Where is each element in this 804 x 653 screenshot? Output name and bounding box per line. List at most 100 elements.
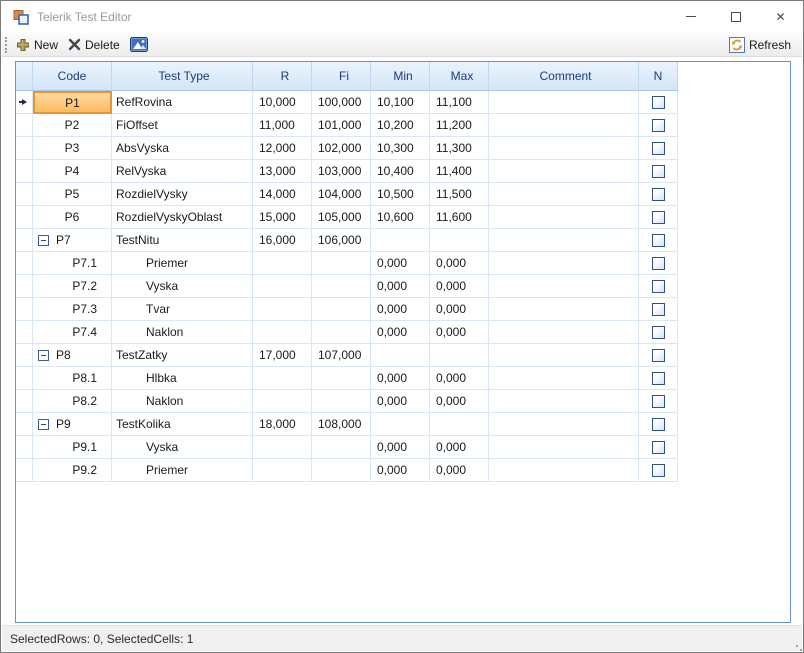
cell-r[interactable]: 10,000 xyxy=(253,91,312,114)
cell-max[interactable]: 0,000 xyxy=(430,436,489,459)
cell-comment[interactable] xyxy=(489,183,639,206)
cell-test-type[interactable]: FiOffset xyxy=(112,114,253,137)
row-header-cell[interactable] xyxy=(16,436,33,459)
collapse-icon[interactable] xyxy=(38,350,49,361)
cell-r[interactable] xyxy=(253,390,312,413)
cell-r[interactable] xyxy=(253,436,312,459)
header-min[interactable]: Min xyxy=(371,62,430,91)
cell-max[interactable]: 0,000 xyxy=(430,252,489,275)
code-cell[interactable]: P8.1 xyxy=(33,367,112,390)
resize-grip-icon[interactable] xyxy=(796,645,798,647)
n-checkbox[interactable] xyxy=(652,188,665,201)
n-checkbox[interactable] xyxy=(652,211,665,224)
header-n[interactable]: N xyxy=(639,62,678,91)
cell-test-type[interactable]: Hlbka xyxy=(112,367,253,390)
header-comment[interactable]: Comment xyxy=(489,62,639,91)
code-cell[interactable]: P9 xyxy=(33,413,112,436)
image-button[interactable] xyxy=(125,35,153,54)
cell-r[interactable]: 15,000 xyxy=(253,206,312,229)
header-code[interactable]: Code xyxy=(33,62,112,91)
cell-max[interactable]: 0,000 xyxy=(430,275,489,298)
row-header-cell[interactable] xyxy=(16,252,33,275)
row-header-cell[interactable] xyxy=(16,206,33,229)
cell-r[interactable]: 13,000 xyxy=(253,160,312,183)
table-row[interactable]: P3 AbsVyska 12,000 102,000 10,300 11,300 xyxy=(16,137,678,160)
code-cell[interactable]: P2 xyxy=(33,114,112,137)
row-header-cell[interactable] xyxy=(16,413,33,436)
cell-test-type[interactable]: Vyska xyxy=(112,275,253,298)
cell-min[interactable]: 0,000 xyxy=(371,252,430,275)
row-header-cell[interactable] xyxy=(16,344,33,367)
row-header-cell[interactable] xyxy=(16,367,33,390)
cell-test-type[interactable]: Naklon xyxy=(112,321,253,344)
code-cell[interactable]: P1 xyxy=(33,91,112,114)
cell-min[interactable]: 10,100 xyxy=(371,91,430,114)
cell-max[interactable]: 11,400 xyxy=(430,160,489,183)
cell-test-type[interactable]: Tvar xyxy=(112,298,253,321)
cell-fi[interactable]: 106,000 xyxy=(312,229,371,252)
cell-fi[interactable] xyxy=(312,321,371,344)
header-test-type[interactable]: Test Type xyxy=(112,62,253,91)
table-row[interactable]: P9.2 Priemer 0,000 0,000 xyxy=(16,459,678,482)
table-row[interactable]: P8 TestZatky 17,000 107,000 xyxy=(16,344,678,367)
collapse-icon[interactable] xyxy=(38,235,49,246)
toolbar-grip[interactable] xyxy=(5,37,7,53)
cell-r[interactable] xyxy=(253,321,312,344)
header-fi[interactable]: Fi xyxy=(312,62,371,91)
cell-max[interactable]: 0,000 xyxy=(430,367,489,390)
table-row[interactable]: P8.1 Hlbka 0,000 0,000 xyxy=(16,367,678,390)
delete-button[interactable]: Delete xyxy=(63,36,125,54)
row-header-cell[interactable] xyxy=(16,183,33,206)
table-row[interactable]: P4 RelVyska 13,000 103,000 10,400 11,400 xyxy=(16,160,678,183)
cell-comment[interactable] xyxy=(489,137,639,160)
cell-r[interactable] xyxy=(253,298,312,321)
cell-fi[interactable] xyxy=(312,390,371,413)
cell-fi[interactable] xyxy=(312,367,371,390)
cell-test-type[interactable]: TestZatky xyxy=(112,344,253,367)
n-checkbox[interactable] xyxy=(652,96,665,109)
cell-test-type[interactable]: RozdielVysky xyxy=(112,183,253,206)
n-checkbox[interactable] xyxy=(652,395,665,408)
cell-min[interactable]: 10,400 xyxy=(371,160,430,183)
n-checkbox[interactable] xyxy=(652,303,665,316)
cell-test-type[interactable]: TestNitu xyxy=(112,229,253,252)
refresh-button[interactable]: Refresh xyxy=(724,35,796,55)
n-checkbox[interactable] xyxy=(652,464,665,477)
cell-min[interactable]: 10,500 xyxy=(371,183,430,206)
header-r[interactable]: R xyxy=(253,62,312,91)
collapse-icon[interactable] xyxy=(38,419,49,430)
cell-min[interactable]: 0,000 xyxy=(371,459,430,482)
cell-max[interactable]: 0,000 xyxy=(430,390,489,413)
cell-comment[interactable] xyxy=(489,413,639,436)
code-cell[interactable]: P4 xyxy=(33,160,112,183)
code-cell[interactable]: P7.4 xyxy=(33,321,112,344)
cell-r[interactable]: 14,000 xyxy=(253,183,312,206)
n-checkbox[interactable] xyxy=(652,418,665,431)
table-row[interactable]: P7.2 Vyska 0,000 0,000 xyxy=(16,275,678,298)
table-row[interactable]: P9.1 Vyska 0,000 0,000 xyxy=(16,436,678,459)
row-header-cell[interactable] xyxy=(16,160,33,183)
cell-fi[interactable]: 102,000 xyxy=(312,137,371,160)
code-cell[interactable]: P7 xyxy=(33,229,112,252)
cell-comment[interactable] xyxy=(489,275,639,298)
cell-r[interactable] xyxy=(253,252,312,275)
cell-comment[interactable] xyxy=(489,436,639,459)
table-row[interactable]: P7.4 Naklon 0,000 0,000 xyxy=(16,321,678,344)
n-checkbox[interactable] xyxy=(652,372,665,385)
cell-max[interactable]: 0,000 xyxy=(430,459,489,482)
table-row[interactable]: P5 RozdielVysky 14,000 104,000 10,500 11… xyxy=(16,183,678,206)
cell-fi[interactable] xyxy=(312,298,371,321)
cell-fi[interactable] xyxy=(312,275,371,298)
cell-fi[interactable]: 101,000 xyxy=(312,114,371,137)
cell-comment[interactable] xyxy=(489,390,639,413)
close-button[interactable]: ✕ xyxy=(758,1,803,32)
table-row[interactable]: P9 TestKolika 18,000 108,000 xyxy=(16,413,678,436)
cell-max[interactable]: 11,200 xyxy=(430,114,489,137)
code-cell[interactable]: P9.1 xyxy=(33,436,112,459)
cell-test-type[interactable]: RozdielVyskyOblast xyxy=(112,206,253,229)
table-row[interactable]: P8.2 Naklon 0,000 0,000 xyxy=(16,390,678,413)
cell-comment[interactable] xyxy=(489,459,639,482)
table-row[interactable]: P2 FiOffset 11,000 101,000 10,200 11,200 xyxy=(16,114,678,137)
cell-r[interactable]: 11,000 xyxy=(253,114,312,137)
cell-test-type[interactable]: TestKolika xyxy=(112,413,253,436)
